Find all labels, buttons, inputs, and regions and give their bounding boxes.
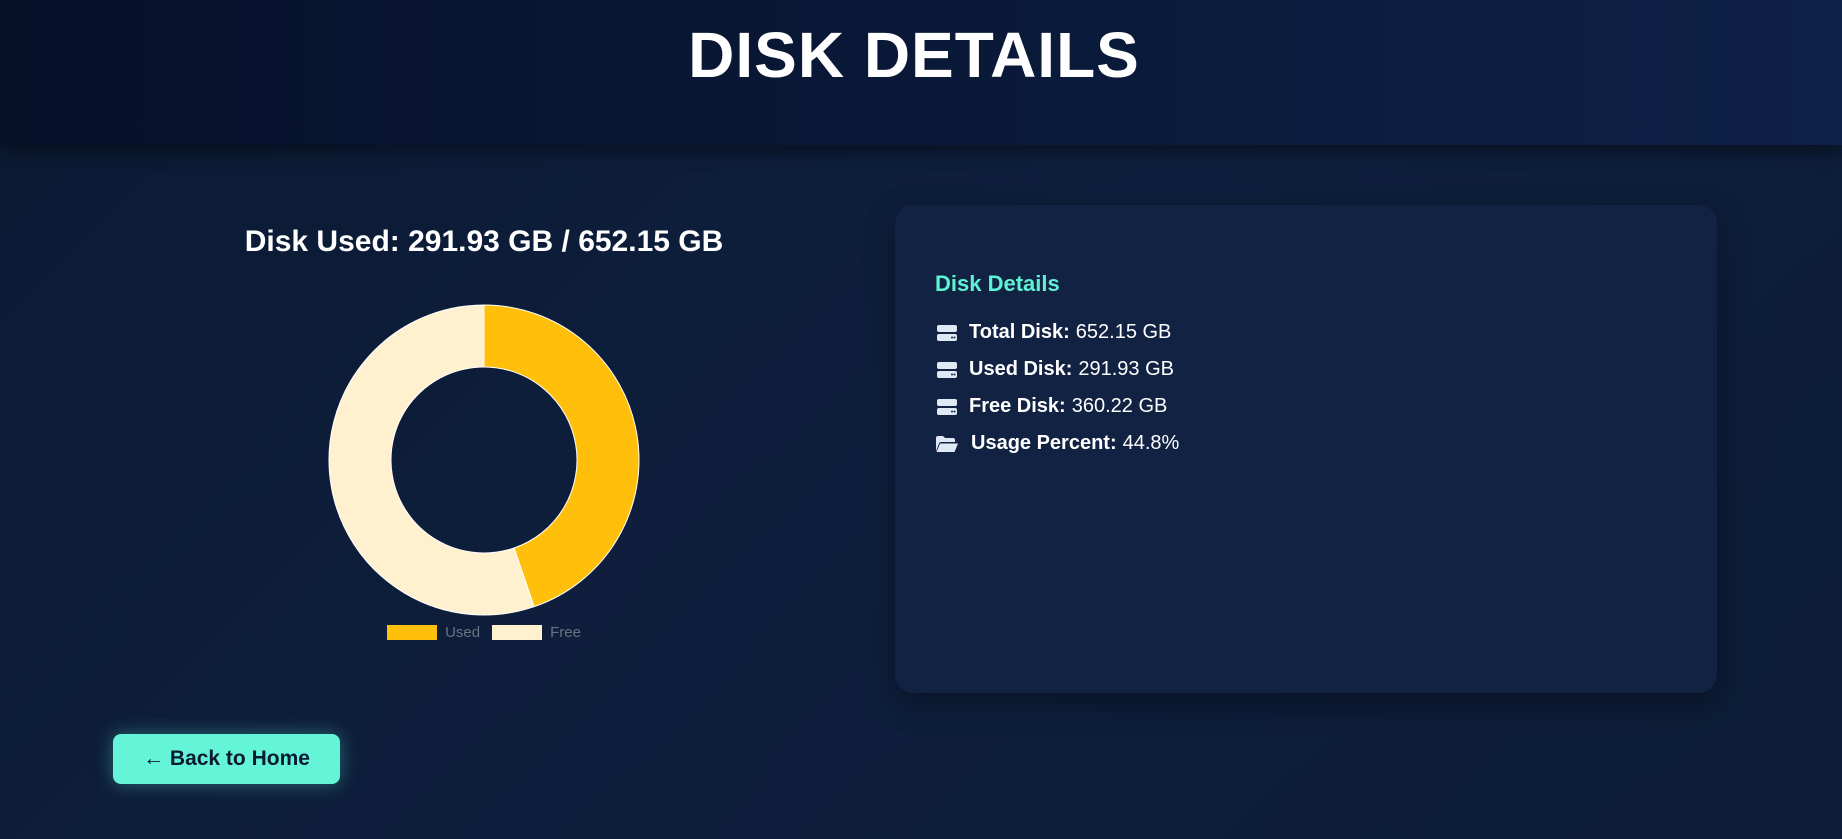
legend-item-free[interactable]: Free: [492, 624, 581, 641]
detail-row-free-disk: Free Disk: 360.22 GB: [935, 388, 1179, 425]
disk-chart-panel: Disk Used: 291.93 GB / 652.15 GB Used Fr…: [200, 225, 768, 641]
detail-row-total-disk: Total Disk: 652.15 GB: [935, 314, 1179, 351]
page-title: DISK DETAILS: [688, 19, 1140, 91]
legend-label-used: Used: [445, 624, 481, 641]
detail-row-used-disk: Used Disk: 291.93 GB: [935, 351, 1179, 388]
detail-label: Usage Percent:: [971, 432, 1117, 454]
doughnut-chart-svg: [328, 304, 640, 616]
legend-swatch-free: [492, 625, 543, 640]
disk-details-list: Total Disk: 652.15 GB Used Disk: 291.93 …: [935, 314, 1179, 462]
chart-title: Disk Used: 291.93 GB / 652.15 GB: [244, 225, 724, 258]
detail-value: 291.93 GB: [1078, 358, 1174, 380]
legend-label-free: Free: [550, 624, 581, 641]
detail-value: 44.8%: [1122, 432, 1180, 454]
back-to-home-button[interactable]: ← Back to Home: [113, 734, 340, 784]
hard-drive-icon: [935, 359, 959, 381]
legend-swatch-used: [387, 625, 438, 640]
hard-drive-icon: [935, 396, 959, 418]
disk-details-card: Disk Details Total Disk: 652.15 GB Used …: [895, 205, 1717, 693]
chart-legend: Used Free: [200, 624, 768, 641]
hard-drive-icon: [935, 322, 959, 344]
detail-value: 652.15 GB: [1075, 321, 1172, 343]
page-header: DISK DETAILS: [0, 0, 1842, 145]
folder-open-icon: [935, 433, 959, 455]
detail-label: Used Disk:: [969, 358, 1073, 380]
detail-label: Free Disk:: [969, 395, 1066, 417]
doughnut-chart: Used Free: [200, 300, 768, 650]
detail-value: 360.22 GB: [1071, 395, 1168, 417]
detail-label: Total Disk:: [969, 321, 1070, 343]
detail-row-usage-percent: Usage Percent: 44.8%: [935, 425, 1179, 462]
legend-item-used[interactable]: Used: [387, 624, 480, 641]
card-title: Disk Details: [935, 271, 1060, 296]
